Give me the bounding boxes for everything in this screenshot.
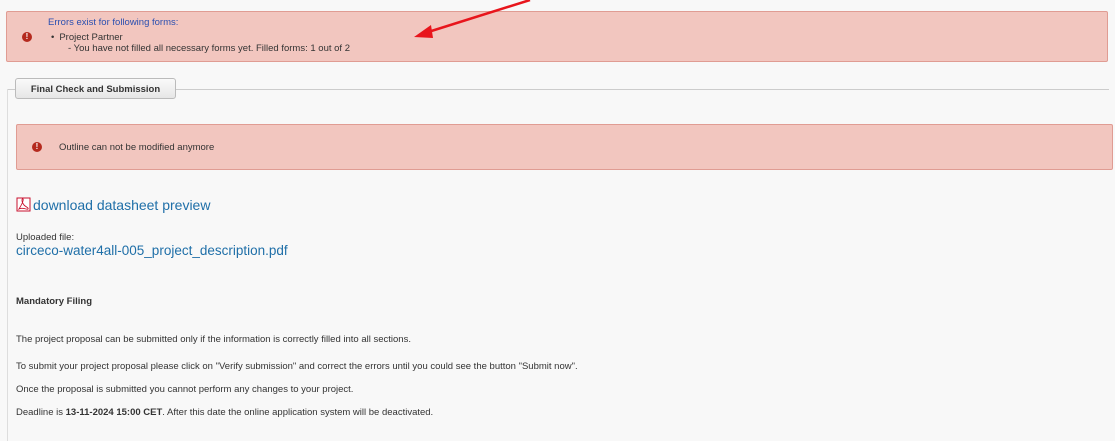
info-paragraph: The project proposal can be submitted on…	[16, 334, 411, 345]
error-detail: - You have not filled all necessary form…	[68, 43, 350, 54]
exclamation-icon: !	[32, 142, 42, 152]
uploaded-file-label: Uploaded file:	[16, 232, 75, 243]
info-paragraph: To submit your project proposal please c…	[16, 361, 578, 372]
form-errors-alert: ! Errors exist for following forms: • Pro…	[6, 11, 1108, 62]
info-paragraph: Once the proposal is submitted you canno…	[16, 384, 354, 395]
deadline-prefix: Deadline is	[16, 407, 66, 418]
deadline-paragraph: Deadline is 13-11-2024 15:00 CET. After …	[16, 407, 433, 418]
exclamation-icon: !	[22, 32, 32, 42]
final-check-tab[interactable]: Final Check and Submission	[15, 78, 176, 99]
bullet-icon: •	[51, 32, 55, 43]
deadline-suffix: . After this date the online application…	[162, 407, 434, 418]
alert-text: Outline can not be modified anymore	[59, 142, 215, 153]
mandatory-filing-heading: Mandatory Filing	[16, 296, 92, 307]
pdf-icon[interactable]	[16, 197, 31, 212]
error-list-item: • Project Partner	[51, 32, 123, 43]
fieldset-border-left	[7, 89, 8, 441]
error-form-name: Project Partner	[59, 32, 123, 43]
deadline-date: 13-11-2024 15:00 CET	[65, 407, 163, 418]
outline-locked-alert: ! Outline can not be modified anymore	[16, 124, 1113, 170]
annotation-arrow-icon	[414, 0, 531, 38]
errors-title: Errors exist for following forms:	[48, 17, 179, 28]
uploaded-file-link[interactable]: circeco-water4all-005_project_descriptio…	[16, 243, 288, 258]
download-datasheet-link[interactable]: download datasheet preview	[33, 197, 210, 213]
